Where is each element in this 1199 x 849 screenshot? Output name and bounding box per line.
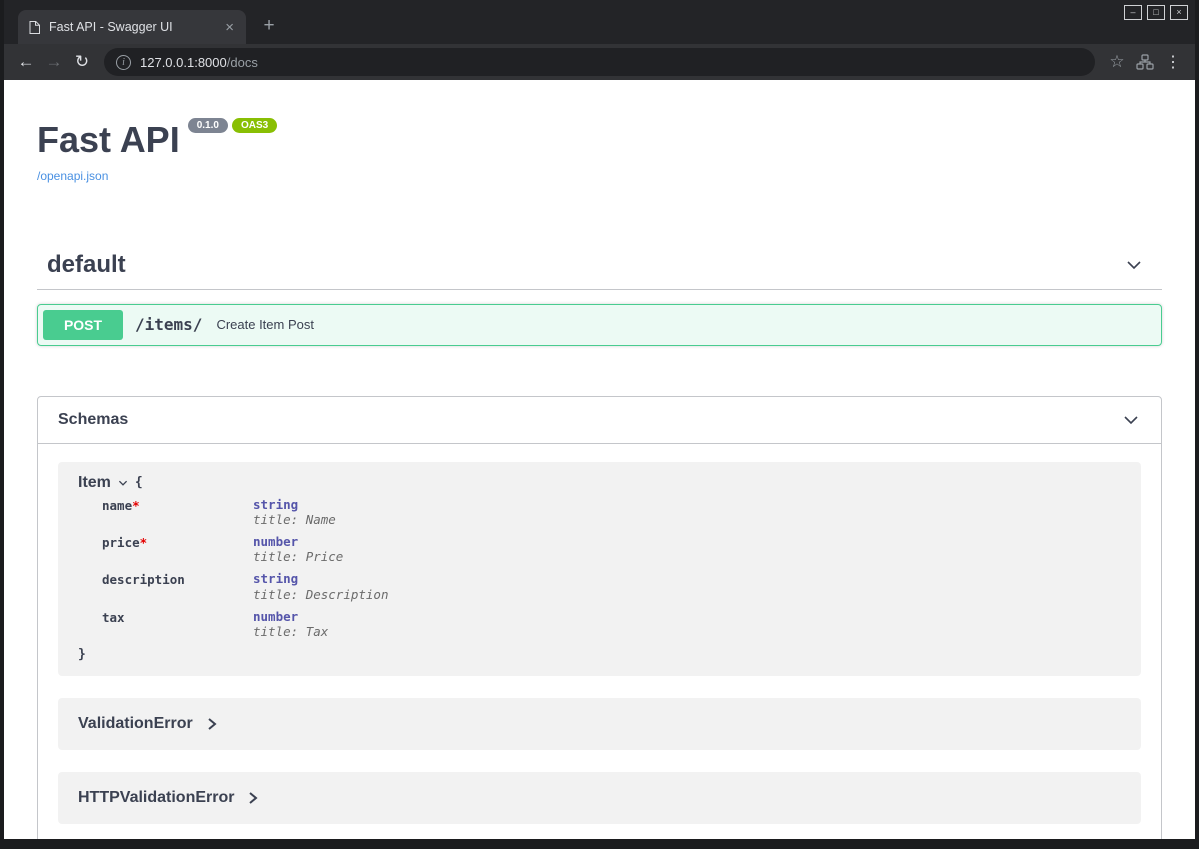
property-name: price* — [102, 535, 253, 564]
meta-value: Tax — [306, 624, 329, 639]
chevron-down-icon[interactable] — [117, 477, 129, 489]
property-name: name* — [102, 498, 253, 527]
api-title-text: Fast API — [37, 119, 180, 160]
property-def: number title: Tax — [253, 610, 328, 639]
browser-tab[interactable]: Fast API - Swagger UI × — [18, 10, 246, 44]
meta-key: title: — [253, 587, 298, 602]
meta-key: title: — [253, 512, 298, 527]
tab-close-icon[interactable]: × — [221, 18, 238, 37]
opblock-post-items: POST /items/ Create Item Post — [37, 304, 1162, 346]
model-title: ValidationError — [78, 715, 193, 733]
browser-window: Fast API - Swagger UI × + – □ × ← → ↻ i … — [4, 0, 1195, 839]
meta-value: Name — [306, 512, 336, 527]
openapi-json-link[interactable]: /openapi.json — [37, 169, 108, 183]
property-def: string title: Name — [253, 498, 336, 527]
forward-icon[interactable]: → — [40, 48, 68, 76]
property-def: number title: Price — [253, 535, 343, 564]
model-httpvalidationerror[interactable]: HTTPValidationError — [58, 772, 1141, 824]
api-title: Fast API 0.1.0 OAS3 — [37, 120, 1162, 160]
property-type: number — [253, 610, 328, 624]
page-info-icon[interactable]: i — [116, 55, 131, 70]
opblock-summary[interactable]: POST /items/ Create Item Post — [38, 305, 1161, 345]
sitemap-icon[interactable] — [1131, 48, 1159, 76]
browser-menu-icon[interactable]: ⋮ — [1159, 48, 1187, 76]
operation-summary: Create Item Post — [212, 317, 314, 332]
model-properties: name* string title: Name price* number — [102, 498, 1121, 640]
window-frame: Fast API - Swagger UI × + – □ × ← → ↻ i … — [0, 0, 1199, 849]
navigation-bar: ← → ↻ i 127.0.0.1:8000/docs ☆ ⋮ — [4, 44, 1195, 80]
property-title: title: Tax — [253, 624, 328, 639]
property-type: string — [253, 572, 388, 586]
model-title: HTTPValidationError — [78, 789, 234, 807]
api-info: Fast API 0.1.0 OAS3 /openapi.json — [37, 120, 1162, 185]
model-item: Item { name* string title: Na — [58, 462, 1141, 677]
required-star: * — [132, 498, 140, 513]
url-host: 127.0.0.1:8000 — [140, 55, 227, 70]
property-name-text: description — [102, 572, 185, 587]
property-name-text: tax — [102, 610, 125, 625]
page-content: Fast API 0.1.0 OAS3 /openapi.json default … — [4, 80, 1195, 839]
open-brace: { — [135, 475, 143, 490]
operation-path: /items/ — [123, 315, 212, 334]
model-title: Item — [78, 474, 111, 492]
meta-value: Description — [306, 587, 389, 602]
close-brace: } — [78, 647, 1121, 662]
meta-value: Price — [306, 549, 344, 564]
schemas-body: Item { name* string title: Na — [38, 444, 1161, 839]
tag-section-default: default POST /items/ Create Item Post — [37, 241, 1162, 346]
maximize-button[interactable]: □ — [1147, 5, 1165, 20]
property-title: title: Name — [253, 512, 336, 527]
url-text: 127.0.0.1:8000/docs — [140, 55, 258, 70]
chevron-down-icon[interactable] — [1121, 410, 1141, 430]
schemas-section: Schemas Item { — [37, 396, 1162, 839]
back-icon[interactable]: ← — [12, 48, 40, 76]
chevron-right-icon — [207, 717, 217, 731]
bookmark-star-icon[interactable]: ☆ — [1103, 48, 1131, 76]
property-row: price* number title: Price — [102, 535, 1121, 564]
tag-header-default[interactable]: default — [37, 241, 1162, 290]
reload-icon[interactable]: ↻ — [68, 48, 96, 76]
property-row: name* string title: Name — [102, 498, 1121, 527]
property-name: tax — [102, 610, 253, 639]
property-row: description string title: Description — [102, 572, 1121, 601]
oas3-badge: OAS3 — [232, 118, 277, 133]
window-controls: – □ × — [1124, 5, 1188, 20]
meta-key: title: — [253, 549, 298, 564]
property-name: description — [102, 572, 253, 601]
new-tab-button[interactable]: + — [256, 13, 282, 39]
version-badge: 0.1.0 — [188, 118, 228, 133]
page-favicon-icon — [29, 21, 40, 34]
schemas-header[interactable]: Schemas — [38, 397, 1161, 444]
required-star: * — [140, 535, 148, 550]
tag-title: default — [47, 251, 126, 279]
meta-key: title: — [253, 624, 298, 639]
tab-title: Fast API - Swagger UI — [49, 20, 221, 34]
titlebar: Fast API - Swagger UI × + – □ × — [4, 0, 1195, 44]
chevron-down-icon[interactable] — [1124, 255, 1144, 275]
schemas-title: Schemas — [58, 411, 128, 429]
property-name-text: price — [102, 535, 140, 550]
post-method-badge: POST — [43, 310, 123, 340]
property-name-text: name — [102, 498, 132, 513]
minimize-button[interactable]: – — [1124, 5, 1142, 20]
model-item-toggle[interactable]: Item { — [78, 474, 1121, 492]
property-row: tax number title: Tax — [102, 610, 1121, 639]
url-path: /docs — [227, 55, 258, 70]
property-title: title: Description — [253, 587, 388, 602]
chevron-right-icon — [248, 791, 258, 805]
property-def: string title: Description — [253, 572, 388, 601]
address-bar[interactable]: i 127.0.0.1:8000/docs — [104, 48, 1095, 76]
property-title: title: Price — [253, 549, 343, 564]
close-button[interactable]: × — [1170, 5, 1188, 20]
model-validationerror[interactable]: ValidationError — [58, 698, 1141, 750]
property-type: string — [253, 498, 336, 512]
property-type: number — [253, 535, 343, 549]
